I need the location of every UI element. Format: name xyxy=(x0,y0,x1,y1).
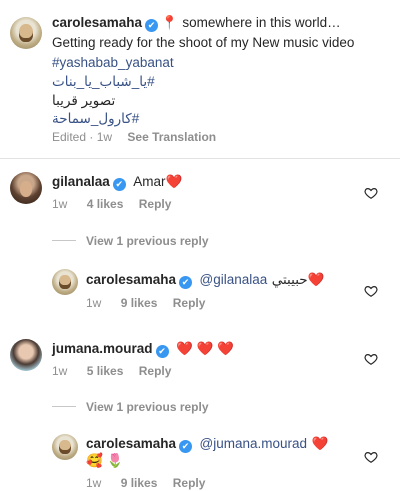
caption-time: 1w xyxy=(96,130,113,144)
reply-meta: 1w 9 likes Reply xyxy=(86,296,205,310)
heart-outline-icon[interactable] xyxy=(364,450,378,464)
reply-button[interactable]: Reply xyxy=(173,296,206,310)
likes-count-button[interactable]: 4 likes xyxy=(87,197,124,211)
view-previous-reply-label: View 1 previous reply xyxy=(86,234,209,248)
comment-gilanalaa: gilanalaa ✔ Amar❤️ xyxy=(52,173,182,191)
hashtag-arabic-2[interactable]: #كارول_سماحة xyxy=(52,111,139,127)
reply-username[interactable]: carolesamaha xyxy=(86,436,176,451)
verified-badge-icon: ✔ xyxy=(112,178,126,191)
verified-badge-icon: ✔ xyxy=(155,345,169,358)
hashtag-arabic-2-text: #كارول_سماحة xyxy=(52,111,140,126)
view-replies-line xyxy=(52,240,76,241)
reply-meta: 1w 9 likes Reply xyxy=(86,476,205,490)
hashtag-yashabab[interactable]: #yashabab_yabanat xyxy=(52,55,174,70)
view-previous-reply-button[interactable]: View 1 previous reply xyxy=(86,400,209,414)
comment-time: 1w xyxy=(52,364,68,378)
see-translation-button[interactable]: See Translation xyxy=(127,130,216,144)
caption-arabic-line: تصوير قريبا xyxy=(52,93,115,109)
comment-username[interactable]: gilanalaa xyxy=(52,174,110,189)
reply-emoji-line: 🥰 🌷 xyxy=(86,453,124,468)
red-heart-emoji: ❤️ xyxy=(307,272,325,287)
comment-username[interactable]: jumana.mourad xyxy=(52,341,153,356)
heart-outline-icon[interactable] xyxy=(364,186,378,200)
reply-username[interactable]: carolesamaha xyxy=(86,272,176,287)
likes-count-button[interactable]: 5 likes xyxy=(87,364,124,378)
caption-avatar[interactable] xyxy=(10,17,42,49)
reply-avatar-carolesamaha[interactable] xyxy=(52,434,78,460)
reply-time: 1w xyxy=(86,476,102,490)
caption-line2: Getting ready for the shoot of my New mu… xyxy=(52,35,355,50)
view-previous-reply-label: View 1 previous reply xyxy=(86,400,209,414)
reply-text: حبيبتي xyxy=(271,272,308,287)
likes-count-button[interactable]: 9 likes xyxy=(121,296,158,310)
mention-link[interactable]: @gilanalaa xyxy=(200,272,268,287)
caption-arabic-line-text: تصوير قريبا xyxy=(52,93,116,108)
reply-button[interactable]: Reply xyxy=(173,476,206,490)
pin-emoji: 📍 xyxy=(161,15,178,30)
red-heart-emojis: ❤️ ❤️ ❤️ xyxy=(175,341,234,356)
comment-text: Amar xyxy=(133,174,166,189)
comment-jumana: jumana.mourad ✔ ❤️ ❤️ ❤️ xyxy=(52,340,234,358)
caption-meta: Edited · 1w See Translation xyxy=(52,130,217,144)
caption-divider xyxy=(0,158,400,159)
likes-count-button[interactable]: 9 likes xyxy=(121,476,158,490)
mention-link[interactable]: @jumana.mourad xyxy=(200,436,308,451)
verified-badge-icon: ✔ xyxy=(179,276,193,289)
red-heart-emoji: ❤️ xyxy=(311,436,329,451)
hashtag-arabic-1-text: #يا_شباب_يا_بنات xyxy=(52,74,155,89)
red-heart-emoji: ❤️ xyxy=(165,174,183,189)
comment-meta: 1w 5 likes Reply xyxy=(52,364,171,378)
heart-outline-icon[interactable] xyxy=(364,352,378,366)
caption-text-location: somewhere in this world… xyxy=(182,15,341,30)
reply-button[interactable]: Reply xyxy=(139,197,172,211)
comment-meta: 1w 4 likes Reply xyxy=(52,197,171,211)
view-previous-reply-button[interactable]: View 1 previous reply xyxy=(86,234,209,248)
reply-carolesamaha-1: carolesamaha ✔ @gilanalaa حبيبتي❤️ xyxy=(86,271,324,289)
verified-badge-icon: ✔ xyxy=(145,19,159,32)
edited-label: Edited xyxy=(52,130,87,144)
view-replies-line xyxy=(52,406,76,407)
caption-username[interactable]: carolesamaha xyxy=(52,15,142,30)
verified-badge-icon: ✔ xyxy=(179,440,193,453)
comment-avatar-jumana[interactable] xyxy=(10,339,42,371)
heart-outline-icon[interactable] xyxy=(364,284,378,298)
comment-time: 1w xyxy=(52,197,68,211)
reply-time: 1w xyxy=(86,296,102,310)
hashtag-arabic-1[interactable]: #يا_شباب_يا_بنات xyxy=(52,74,155,90)
reply-button[interactable]: Reply xyxy=(139,364,172,378)
reply-avatar-carolesamaha[interactable] xyxy=(52,269,78,295)
comment-avatar-gilanalaa[interactable] xyxy=(10,172,42,204)
caption-line1: carolesamaha ✔ 📍 somewhere in this world… xyxy=(52,14,341,32)
reply-carolesamaha-2: carolesamaha ✔ @jumana.mourad ❤️ xyxy=(86,435,328,453)
